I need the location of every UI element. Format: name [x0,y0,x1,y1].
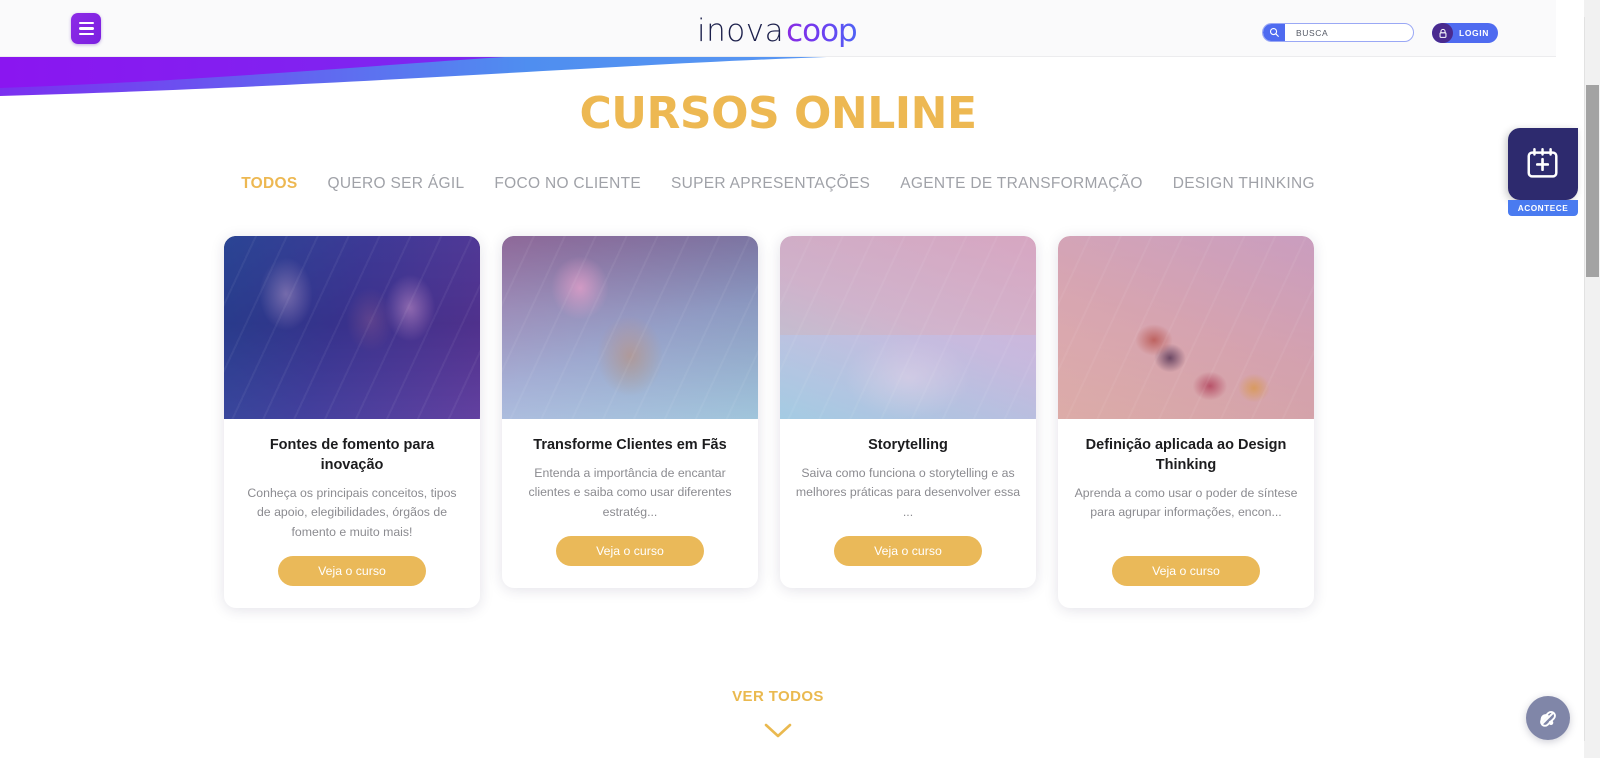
course-thumbnail [780,236,1036,419]
course-title: Transforme Clientes em Fãs [533,437,727,453]
menu-toggle-button[interactable] [71,13,101,44]
scroll-down-button[interactable] [0,722,1556,739]
tab-agente-de-transformacao[interactable]: AGENTE DE TRANSFORMAÇÃO [900,175,1143,193]
login-label: LOGIN [1459,28,1489,38]
course-title: Definição aplicada ao Design Thinking [1085,437,1287,473]
tab-design-thinking[interactable]: DESIGN THINKING [1173,175,1315,193]
tab-foco-no-cliente[interactable]: FOCO NO CLIENTE [494,175,641,193]
login-button[interactable]: LOGIN [1432,23,1498,43]
hamburger-icon-bar [78,21,94,25]
course-card[interactable]: Storytelling Saiva como funciona o story… [780,236,1036,588]
course-description: Saiva como funciona o storytelling e as … [795,466,1021,519]
page-root: inova coop LOGIN CURSOS ONLINE [0,0,1600,758]
search-input[interactable] [1285,24,1413,41]
course-title: Storytelling [868,437,948,453]
tab-todos[interactable]: TODOS [241,175,297,193]
hamburger-icon-bar [78,27,94,30]
view-course-button[interactable]: Veja o curso [1112,555,1260,586]
top-bar: inova coop LOGIN [0,0,1556,57]
course-thumbnail [502,236,758,419]
course-description: Aprenda a como usar o poder de síntese p… [1074,486,1298,520]
calendar-plus-icon [1527,148,1558,178]
course-thumbnail [224,236,480,419]
course-thumbnail [1058,236,1314,419]
scrollbar-up-arrow[interactable] [1584,0,1600,17]
search-icon [1263,24,1285,41]
course-card-grid: Fontes de fomento para inovação Conheça … [224,236,1336,608]
logo-text-coop: coop [786,13,858,49]
lock-icon [1432,23,1453,43]
vertical-scrollbar-thumb[interactable] [1586,85,1599,277]
search-box[interactable] [1262,23,1414,42]
scrollbar-down-arrow[interactable] [1584,741,1600,758]
course-description: Entenda a importância de encantar client… [528,466,732,519]
acontece-widget[interactable]: ACONTECE [1508,128,1578,216]
logo-text-inova: inova [697,13,785,49]
tab-quero-ser-agil[interactable]: QUERO SER ÁGIL [328,175,465,193]
course-card[interactable]: Fontes de fomento para inovação Conheça … [224,236,480,608]
acontece-icon-box [1508,128,1578,200]
see-all-link[interactable]: VER TODOS [732,688,824,705]
tab-super-apresentacoes[interactable]: SUPER APRESENTAÇÕES [671,175,870,193]
acontece-label: ACONTECE [1508,200,1578,216]
accessibility-pill-icon [1540,710,1556,727]
see-all-link-wrap: VER TODOS [0,688,1556,706]
accessibility-button[interactable] [1526,696,1570,740]
category-tabs: TODOS QUERO SER ÁGIL FOCO NO CLIENTE SUP… [0,175,1556,193]
page-title: CURSOS ONLINE [579,88,977,139]
course-card[interactable]: Transforme Clientes em Fãs Entenda a imp… [502,236,758,588]
view-course-button[interactable]: Veja o curso [278,555,426,586]
hamburger-icon-bar [78,32,94,36]
course-description: Conheça os principais conceitos, tipos d… [247,486,457,539]
chevron-down-icon [764,723,792,738]
course-title: Fontes de fomento para inovação [269,437,435,473]
site-logo[interactable]: inova coop [697,11,858,49]
view-course-button[interactable]: Veja o curso [834,535,982,566]
view-course-button[interactable]: Veja o curso [556,535,704,566]
course-card[interactable]: Definição aplicada ao Design Thinking Ap… [1058,236,1314,608]
